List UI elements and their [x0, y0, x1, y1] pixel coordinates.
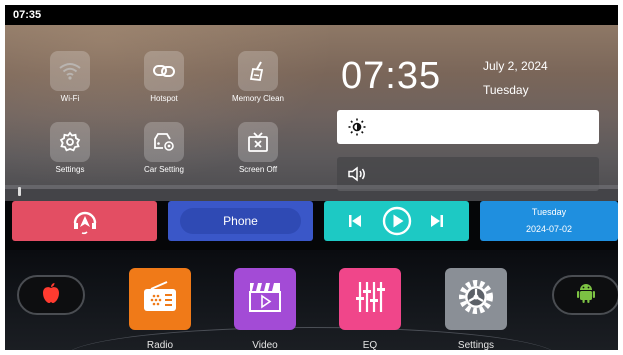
date-card-weekday: Tuesday [531, 207, 567, 217]
car-launcher-screen: 07:35 Wi-Fi Hotspot Memory Clean Setting… [5, 5, 618, 350]
android-auto-button[interactable] [552, 275, 618, 315]
clapperboard-icon [247, 280, 283, 319]
video-app[interactable] [234, 268, 296, 330]
screen-off-icon [238, 122, 278, 162]
settings-label: Settings [55, 165, 85, 174]
settings-gear-icon [456, 277, 496, 322]
quick-settings-panel: Wi-Fi Hotspot Memory Clean Settings Car … [5, 25, 618, 191]
settings-app-label: Settings [457, 340, 495, 350]
hotspot-label: Hotspot [150, 94, 178, 103]
screen-off-button[interactable]: Screen Off [218, 122, 298, 174]
radio-label: Radio [146, 340, 174, 350]
navigation-card[interactable] [12, 201, 157, 241]
settings-app[interactable] [445, 268, 507, 330]
equalizer-icon [353, 280, 387, 319]
screen-off-label: Screen Off [238, 165, 278, 174]
clock-date: July 2, 2024 [483, 59, 548, 73]
clock-weekday: Tuesday [483, 83, 529, 97]
radio-app[interactable] [129, 268, 191, 330]
wifi-toggle[interactable]: Wi-Fi [30, 51, 110, 103]
previous-icon[interactable] [348, 214, 362, 233]
memory-clean-button[interactable]: Memory Clean [218, 51, 298, 103]
car-settings-icon [144, 122, 184, 162]
hotspot-toggle[interactable]: Hotspot [124, 51, 204, 103]
date-card[interactable]: Tuesday 2024-07-02 [480, 201, 618, 241]
carplay-button[interactable] [17, 275, 85, 315]
radio-icon [141, 280, 179, 319]
android-icon [576, 282, 596, 309]
brightness-slider[interactable] [337, 110, 599, 144]
phone-button[interactable]: Phone [180, 208, 301, 234]
gear-icon [50, 122, 90, 162]
video-label: Video [252, 340, 278, 350]
speaker-icon [347, 166, 367, 187]
eq-label: EQ [362, 340, 378, 350]
sun-icon [347, 117, 367, 142]
memory-clean-label: Memory Clean [231, 94, 284, 103]
panel-drag-handle[interactable] [5, 185, 618, 201]
broom-icon [238, 51, 278, 91]
eq-app[interactable] [339, 268, 401, 330]
status-bar: 07:35 [5, 5, 618, 25]
apple-icon [41, 282, 61, 309]
media-card [324, 201, 469, 241]
hotspot-icon [144, 51, 184, 91]
wifi-label: Wi-Fi [60, 94, 80, 103]
status-time: 07:35 [13, 9, 42, 21]
clock-time: 07:35 [341, 55, 442, 97]
phone-card[interactable]: Phone [168, 201, 313, 241]
drag-nub [18, 187, 21, 196]
next-icon[interactable] [430, 214, 444, 233]
car-setting-shortcut[interactable]: Car Setting [124, 122, 204, 174]
navigation-icon [70, 207, 100, 242]
date-card-date: 2024-07-02 [525, 224, 573, 234]
car-setting-label: Car Setting [143, 165, 185, 174]
settings-shortcut[interactable]: Settings [30, 122, 110, 174]
wifi-icon [50, 51, 90, 91]
play-icon[interactable] [382, 206, 412, 241]
